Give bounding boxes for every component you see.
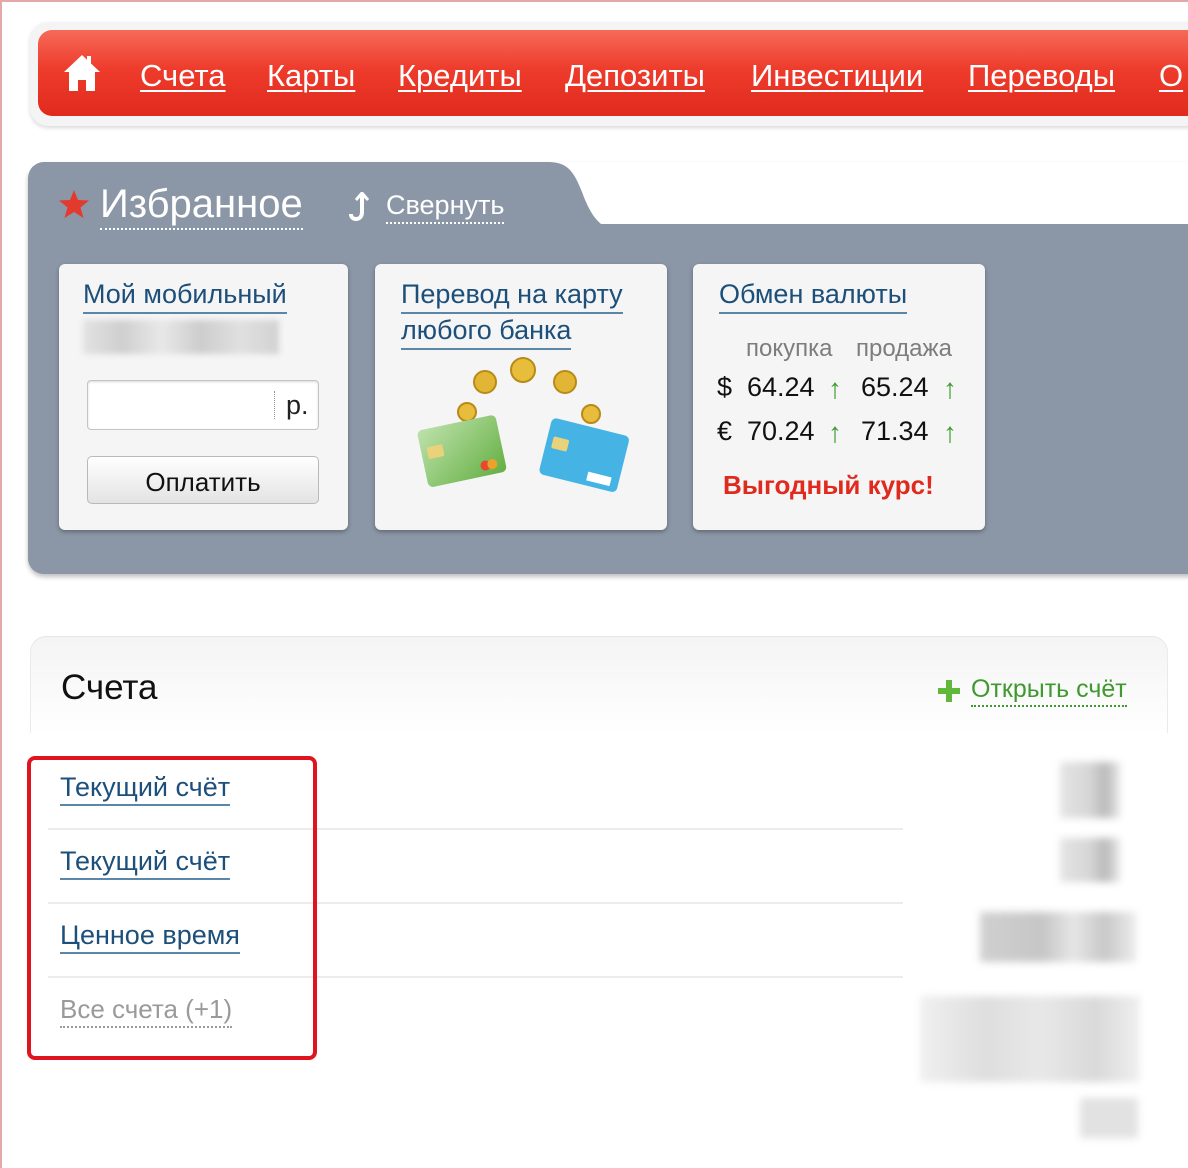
- amount-input[interactable]: р.: [87, 380, 319, 430]
- collapse-link[interactable]: Свернуть: [386, 188, 505, 224]
- top-navigation: Счета Карты Кредиты Депозиты Инвестиции …: [30, 22, 1188, 126]
- up-arrow-icon: ↑: [828, 417, 842, 448]
- balance-blurred: [1080, 1098, 1138, 1138]
- usd-symbol: $: [717, 372, 733, 402]
- mobile-payment-card: Мой мобильный р. Оплатить: [59, 264, 348, 530]
- nav-item-deposits[interactable]: Депозиты: [565, 56, 705, 96]
- balance-blurred: [1060, 762, 1120, 818]
- collapse-arrow-icon[interactable]: [348, 192, 370, 222]
- balance-blurred: [920, 996, 1140, 1082]
- frame-border-top: [0, 0, 1188, 2]
- nav-item-cards[interactable]: Карты: [267, 56, 355, 96]
- nav-item-accounts[interactable]: Счета: [140, 56, 226, 96]
- nav-item-transfers[interactable]: Переводы: [968, 56, 1115, 96]
- nav-bar: Счета Карты Кредиты Депозиты Инвестиции …: [38, 30, 1188, 116]
- card-transfer-card: Перевод на карту любого банка: [375, 264, 667, 530]
- plus-icon[interactable]: [937, 679, 961, 703]
- phone-number-blurred: [83, 320, 279, 354]
- open-account-link[interactable]: Открыть счёт: [971, 673, 1127, 707]
- favorites-title[interactable]: Избранное: [100, 180, 303, 230]
- card-transfer-title-line2[interactable]: любого банка: [401, 312, 572, 350]
- favorable-rate-promo[interactable]: Выгодный курс!: [723, 468, 934, 502]
- usd-sell-rate: 65.24: [861, 372, 929, 402]
- buy-header: покупка: [746, 335, 833, 362]
- favorites-tab-curve: [528, 162, 608, 232]
- up-arrow-icon: ↑: [828, 373, 842, 404]
- frame-border-left: [0, 0, 2, 1168]
- favorites-panel: Избранное Свернуть Мой мобильный р. Опла…: [28, 162, 1188, 574]
- mobile-payment-title[interactable]: Мой мобильный: [83, 276, 287, 314]
- sell-header: продажа: [856, 335, 952, 362]
- pay-button[interactable]: Оплатить: [87, 456, 319, 504]
- accounts-header: Счета Открыть счёт: [30, 636, 1168, 733]
- nav-item-investments[interactable]: Инвестиции: [751, 56, 923, 96]
- up-arrow-icon: ↑: [943, 373, 957, 404]
- balance-blurred: [980, 912, 1136, 962]
- star-icon: [59, 190, 89, 218]
- currency-exchange-title[interactable]: Обмен валюты: [719, 276, 908, 314]
- currency-exchange-card: Обмен валюты покупка продажа $ 64.24 ↑ 6…: [693, 264, 985, 530]
- card-transfer-title-line1[interactable]: Перевод на карту: [401, 276, 623, 314]
- eur-symbol: €: [717, 416, 733, 446]
- eur-sell-rate: 71.34: [861, 416, 929, 446]
- accounts-title: Счета: [61, 668, 158, 707]
- accounts-highlight-box: [27, 756, 317, 1060]
- nav-item-credits[interactable]: Кредиты: [398, 56, 522, 96]
- up-arrow-icon: ↑: [943, 417, 957, 448]
- currency-suffix: р.: [286, 390, 309, 420]
- usd-buy-rate: 64.24: [747, 372, 815, 402]
- input-divider: [274, 391, 276, 419]
- balance-blurred: [1060, 838, 1120, 882]
- eur-buy-rate: 70.24: [747, 416, 815, 446]
- home-icon[interactable]: [62, 52, 102, 94]
- nav-item-other[interactable]: О: [1159, 56, 1183, 96]
- bank-cards-illustration[interactable]: [415, 356, 635, 506]
